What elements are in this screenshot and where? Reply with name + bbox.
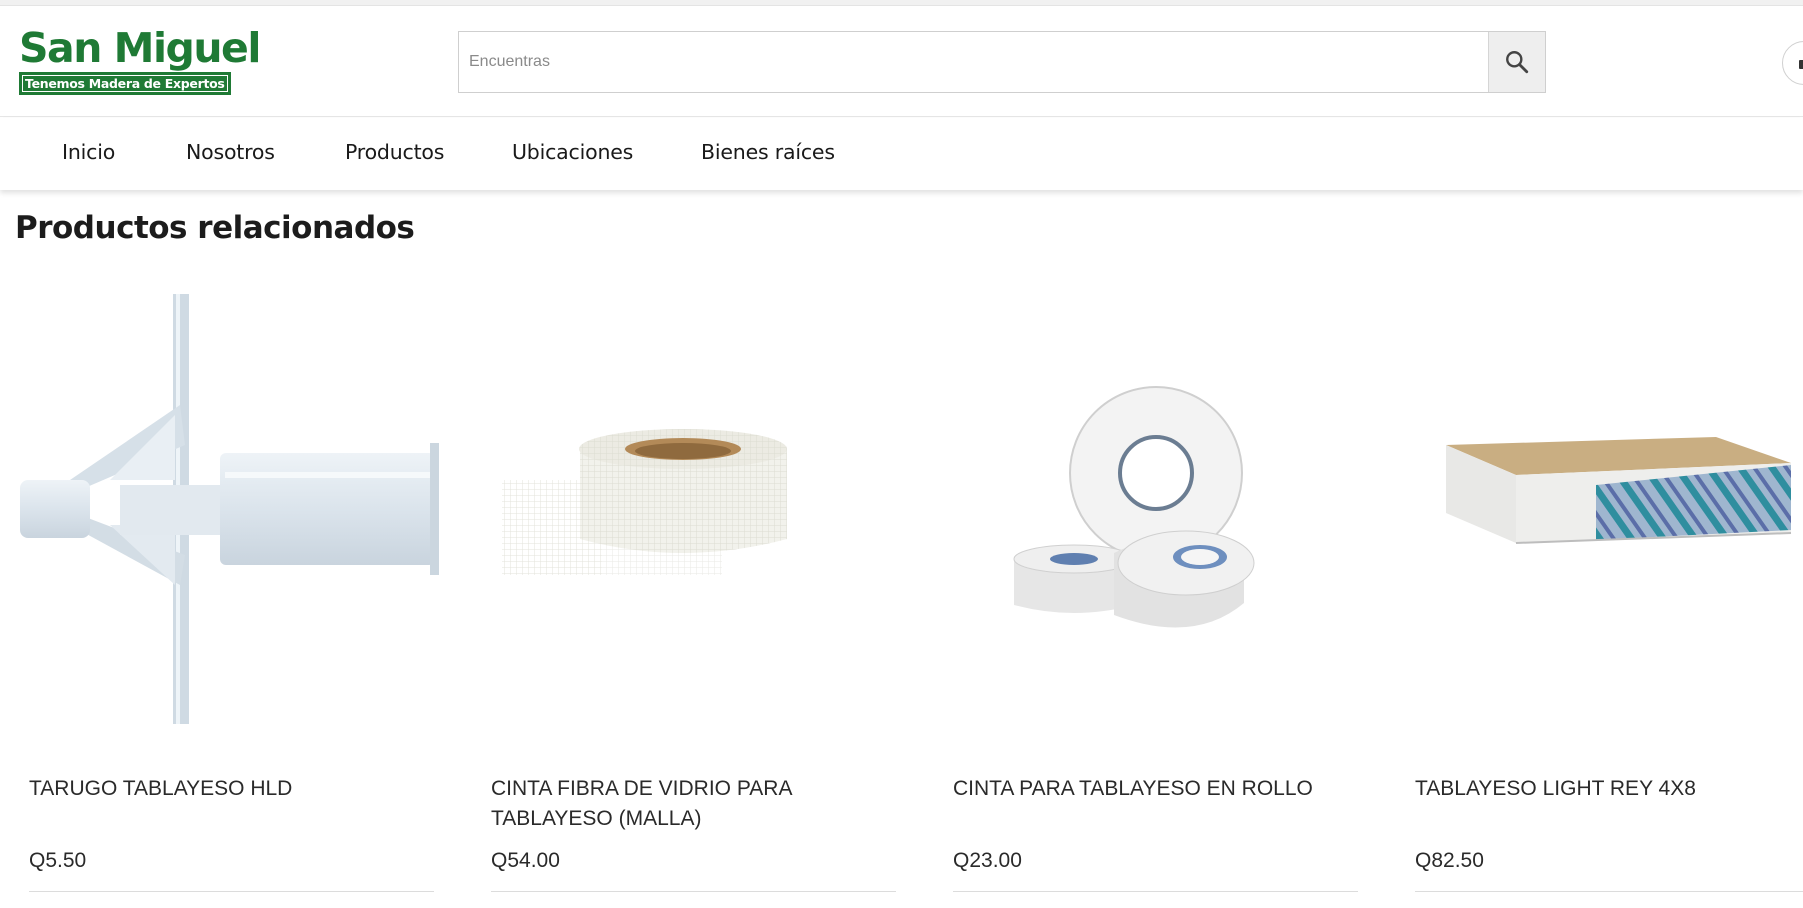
nav-item-bienes-raices[interactable]: Bienes raíces <box>701 140 835 164</box>
product-card[interactable]: TARUGO TABLAYESO HLD Q5.50 <box>0 285 440 895</box>
nav-item-ubicaciones[interactable]: Ubicaciones <box>512 140 633 164</box>
related-products-title: Productos relacionados <box>15 210 415 246</box>
product-image-drywall[interactable] <box>1386 285 1803 735</box>
nav-item-nosotros[interactable]: Nosotros <box>186 140 275 164</box>
product-price: Q5.50 <box>29 849 87 872</box>
product-name[interactable]: TABLAYESO LIGHT REY 4X8 <box>1415 774 1803 804</box>
main-nav: Inicio Nosotros Productos Ubicaciones Bi… <box>0 118 1803 190</box>
product-card[interactable]: CINTA PARA TABLAYESO EN ROLLO Q23.00 <box>924 285 1364 895</box>
cart-icon[interactable] <box>1782 41 1803 85</box>
product-name[interactable]: CINTA FIBRA DE VIDRIO PARA TABLAYESO (MA… <box>491 774 901 834</box>
product-card[interactable]: TABLAYESO LIGHT REY 4X8 Q82.50 <box>1386 285 1803 895</box>
brand-name: San Miguel <box>19 24 261 72</box>
nav-item-productos[interactable]: Productos <box>345 140 444 164</box>
divider <box>491 891 896 892</box>
product-name[interactable]: TARUGO TABLAYESO HLD <box>29 774 439 804</box>
brand-logo[interactable]: San Miguel Tenemos Madera de Expertos <box>19 24 261 104</box>
product-price: Q82.50 <box>1415 849 1484 872</box>
product-card[interactable]: CINTA FIBRA DE VIDRIO PARA TABLAYESO (MA… <box>462 285 902 895</box>
product-name[interactable]: CINTA PARA TABLAYESO EN ROLLO <box>953 774 1363 804</box>
divider <box>1415 891 1803 892</box>
search-button[interactable] <box>1488 32 1545 92</box>
divider <box>29 891 434 892</box>
search-bar <box>458 31 1546 93</box>
search-input[interactable] <box>459 32 1489 92</box>
product-image-anchor[interactable] <box>0 285 440 735</box>
brand-tagline: Tenemos Madera de Expertos <box>19 72 231 95</box>
nav-item-inicio[interactable]: Inicio <box>62 140 115 164</box>
divider <box>953 891 1358 892</box>
site-header: San Miguel Tenemos Madera de Expertos <box>0 6 1803 117</box>
product-price: Q23.00 <box>953 849 1022 872</box>
product-image-mesh-tape[interactable] <box>462 285 902 735</box>
product-price: Q54.00 <box>491 849 560 872</box>
search-icon <box>1506 51 1529 74</box>
product-image-paper-tape[interactable] <box>924 285 1364 735</box>
